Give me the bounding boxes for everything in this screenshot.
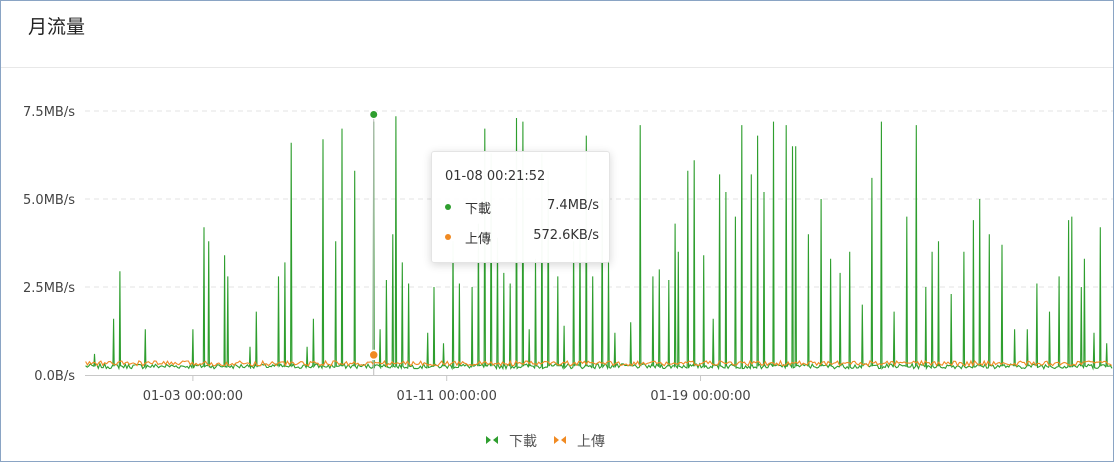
tooltip-row-download: 下載 7.4MB/s: [445, 198, 599, 217]
y-tick-label: 5.0MB/s: [23, 193, 75, 208]
highlight-point-download[interactable]: [369, 110, 379, 120]
bowtie-legend-icon: [554, 436, 566, 444]
tooltip-series-name: 上傳: [465, 232, 492, 247]
y-tick-label: 2.5MB/s: [23, 281, 75, 296]
tooltip-series-value: 572.6KB/s: [533, 228, 599, 243]
download-dot-icon: [445, 204, 451, 210]
tooltip-series-value: 7.4MB/s: [547, 198, 599, 213]
y-tick-label: 7.5MB/s: [23, 105, 75, 120]
legend-label: 下載: [509, 434, 537, 450]
highlight-point-upload[interactable]: [368, 349, 379, 361]
tooltip-row-upload: 上傳 572.6KB/s: [445, 228, 599, 247]
tooltip-series-name: 下載: [465, 202, 492, 217]
bowtie-legend-icon: [486, 436, 498, 444]
chart-tooltip: 01-08 00:21:52 下載 7.4MB/s 上傳 572.6KB/s: [431, 151, 610, 263]
x-tick-label: 01-03 00:00:00: [143, 389, 243, 404]
x-tick-label: 01-19 00:00:00: [650, 389, 750, 404]
x-tick-label: 01-11 00:00:00: [397, 389, 497, 404]
tooltip-time: 01-08 00:21:52: [445, 169, 546, 184]
chart-panel: 月流量 0.0B/s 2.5MB/s 5.0MB/s 7.5MB/s 01-03 00:…: [0, 0, 1114, 462]
legend-label: 上傳: [577, 434, 605, 450]
y-tick-label: 0.0B/s: [34, 369, 75, 384]
upload-dot-icon: [445, 234, 451, 240]
